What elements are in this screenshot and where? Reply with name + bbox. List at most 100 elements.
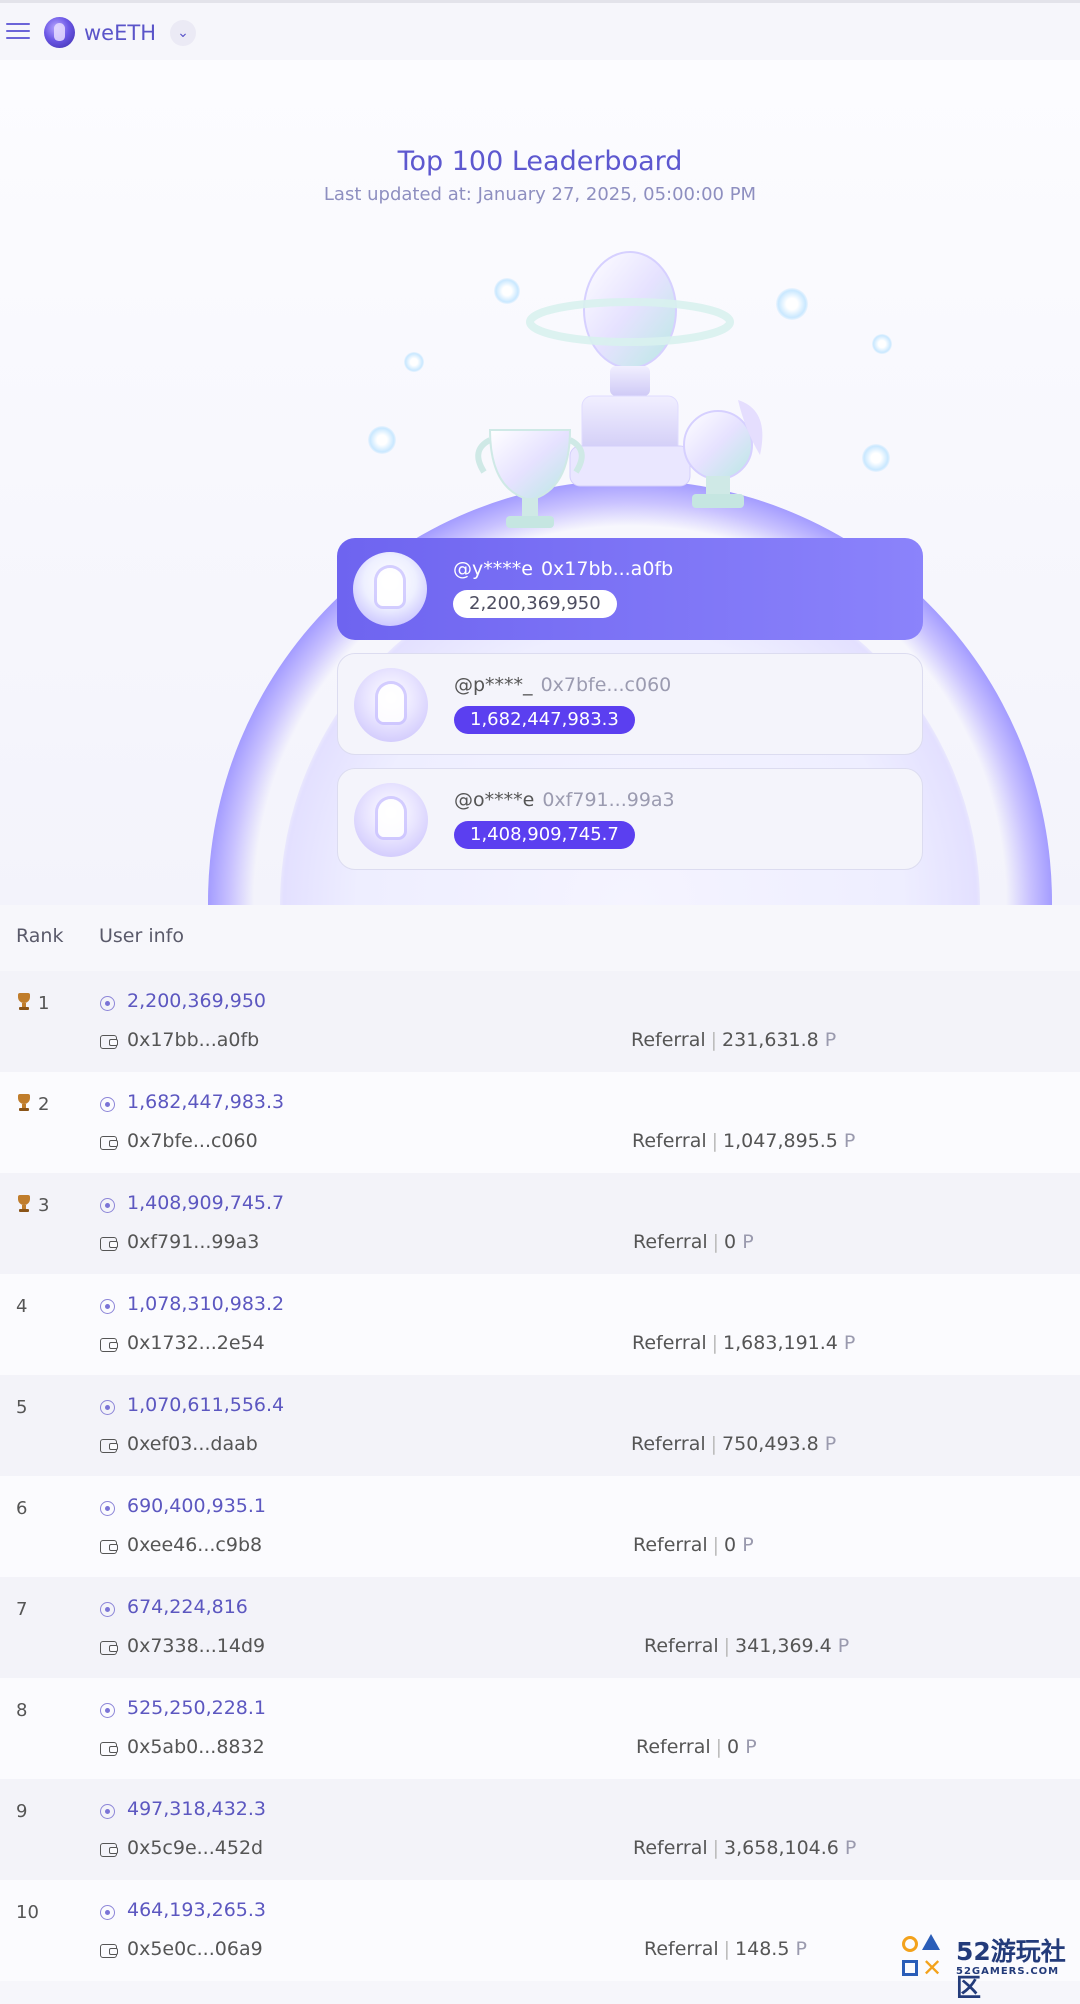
table-row[interactable]: 1 2,200,369,950 0x17bb...a0fb Referral | 2… (0, 971, 1080, 1072)
rank-number: 6 (16, 1498, 28, 1519)
wallet-address[interactable]: 0xee46...c9b8 (127, 1534, 262, 1556)
wallet-icon (100, 1540, 118, 1554)
referral-info: Referral | 148.5 P (644, 1938, 807, 1960)
table-row[interactable]: 9 497,318,432.3 0x5c9e...452d Referral | 3… (0, 1779, 1080, 1880)
table-row[interactable]: 4 1,078,310,983.2 0x1732...2e54 Referral… (0, 1274, 1080, 1375)
rank-number: 9 (16, 1801, 28, 1822)
podium-address: 0x17bb...a0fb (540, 558, 674, 580)
points-unit: P (824, 1433, 837, 1455)
rank-number: 4 (16, 1296, 28, 1317)
referral-info: Referral | 341,369.4 P (644, 1635, 849, 1657)
wallet-address[interactable]: 0xf791...99a3 (127, 1231, 259, 1253)
referral-separator: | (715, 1736, 723, 1758)
referral-value: 0 (724, 1534, 737, 1556)
points-value: 1,070,611,556.4 (127, 1394, 285, 1416)
points-unit: P (837, 1635, 850, 1657)
avatar (353, 552, 427, 626)
points-value: 1,078,310,983.2 (127, 1293, 285, 1315)
referral-label: Referral (632, 1130, 707, 1152)
referral-label: Referral (633, 1231, 708, 1253)
referral-info: Referral | 0 P (633, 1231, 754, 1253)
wallet-address[interactable]: 0x5c9e...452d (127, 1837, 263, 1859)
brand-name[interactable]: weETH (84, 21, 156, 45)
points-icon (100, 1097, 115, 1112)
rank-cell: 3 (16, 1195, 49, 1216)
points-unit: P (795, 1938, 807, 1960)
podium-address: 0x7bfe...c060 (540, 674, 672, 696)
wallet-icon (100, 1439, 118, 1453)
table-row[interactable]: 3 1,408,909,745.7 0xf791...99a3 Referral… (0, 1173, 1080, 1274)
referral-separator: | (710, 1029, 718, 1051)
wallet-icon (100, 1742, 118, 1756)
wallet-address[interactable]: 0x1732...2e54 (127, 1332, 265, 1354)
podium-handle: @p****_ (454, 674, 533, 696)
referral-label: Referral (644, 1938, 719, 1960)
points-icon (100, 1299, 115, 1314)
menu-icon[interactable] (6, 23, 30, 41)
points-icon (100, 1703, 115, 1718)
watermark-x-glyph: ✕ (922, 1954, 943, 1982)
bubble-decoration (872, 334, 892, 354)
rank-number: 8 (16, 1700, 28, 1721)
referral-label: Referral (632, 1332, 707, 1354)
table-row[interactable]: 2 1,682,447,983.3 0x7bfe...c060 Referral… (0, 1072, 1080, 1173)
app-header: weETH ⌄ (0, 3, 1080, 61)
points-value: 674,224,816 (127, 1596, 248, 1618)
points-value: 2,200,369,950 (127, 990, 267, 1012)
referral-separator: | (712, 1231, 720, 1253)
referral-value: 750,493.8 (722, 1433, 819, 1455)
points-value: 464,193,265.3 (127, 1899, 267, 1921)
referral-info: Referral | 3,658,104.6 P (633, 1837, 856, 1859)
referral-label: Referral (636, 1736, 711, 1758)
trophy-icon (16, 1094, 32, 1112)
wallet-address[interactable]: 0x7338...14d9 (127, 1635, 265, 1657)
podium-user: @y****e 0x17bb...a0fb (453, 558, 673, 580)
watermark-subtext: 52GAMERS.COM (956, 1966, 1060, 1977)
referral-separator: | (712, 1837, 720, 1859)
wallet-icon (100, 1136, 118, 1150)
wallet-icon (100, 1843, 118, 1857)
wallet-address[interactable]: 0x5e0c...06a9 (127, 1938, 263, 1960)
avatar (354, 783, 428, 857)
podium-card-2nd[interactable]: @p****_ 0x7bfe...c060 1,682,447,983.3 (337, 653, 923, 755)
points-value: 525,250,228.1 (127, 1697, 267, 1719)
referral-separator: | (710, 1433, 718, 1455)
wallet-address[interactable]: 0x7bfe...c060 (127, 1130, 258, 1152)
referral-info: Referral | 0 P (633, 1534, 754, 1556)
referral-value: 1,047,895.5 (723, 1130, 838, 1152)
podium-points-badge: 1,408,909,745.7 (454, 821, 635, 849)
chevron-down-icon[interactable]: ⌄ (170, 20, 196, 46)
rank-column-header: Rank (16, 925, 64, 947)
podium-card-3rd[interactable]: @o****e 0xf791...99a3 1,408,909,745.7 (337, 768, 923, 870)
points-icon (100, 1804, 115, 1819)
points-icon (100, 1602, 115, 1617)
rank-cell: 2 (16, 1094, 49, 1115)
table-row[interactable]: 5 1,070,611,556.4 0xef03...daab Referral… (0, 1375, 1080, 1476)
leaderboard-hero: Top 100 Leaderboard Last updated at: Jan… (0, 60, 1080, 905)
points-unit: P (745, 1736, 757, 1758)
referral-info: Referral | 1,683,191.4 P (632, 1332, 855, 1354)
points-value: 497,318,432.3 (127, 1798, 267, 1820)
points-icon (100, 1905, 115, 1920)
table-row[interactable]: 8 525,250,228.1 0x5ab0...8832 Referral | 0… (0, 1678, 1080, 1779)
table-row[interactable]: 7 674,224,816 0x7338...14d9 Referral | 341… (0, 1577, 1080, 1678)
wallet-address[interactable]: 0x5ab0...8832 (127, 1736, 265, 1758)
trophy-icon (16, 993, 32, 1011)
referral-info: Referral | 0 P (636, 1736, 757, 1758)
rank-number: 1 (38, 993, 50, 1014)
referral-value: 231,631.8 (722, 1029, 819, 1051)
site-watermark: ✕ 52游玩社区 52GAMERS.COM (900, 1928, 1078, 2002)
points-unit: P (843, 1332, 856, 1354)
wallet-address[interactable]: 0x17bb...a0fb (127, 1029, 259, 1051)
referral-value: 0 (724, 1231, 737, 1253)
wallet-icon (100, 1237, 118, 1251)
referral-value: 341,369.4 (735, 1635, 832, 1657)
rank-number: 7 (16, 1599, 28, 1620)
points-icon (100, 1501, 115, 1516)
wallet-address[interactable]: 0xef03...daab (127, 1433, 258, 1455)
podium-card-1st[interactable]: @y****e 0x17bb...a0fb 2,200,369,950 (337, 538, 923, 640)
points-icon (100, 1400, 115, 1415)
rank-number: 5 (16, 1397, 28, 1418)
points-value: 1,682,447,983.3 (127, 1091, 285, 1113)
table-row[interactable]: 6 690,400,935.1 0xee46...c9b8 Referral | 0… (0, 1476, 1080, 1577)
